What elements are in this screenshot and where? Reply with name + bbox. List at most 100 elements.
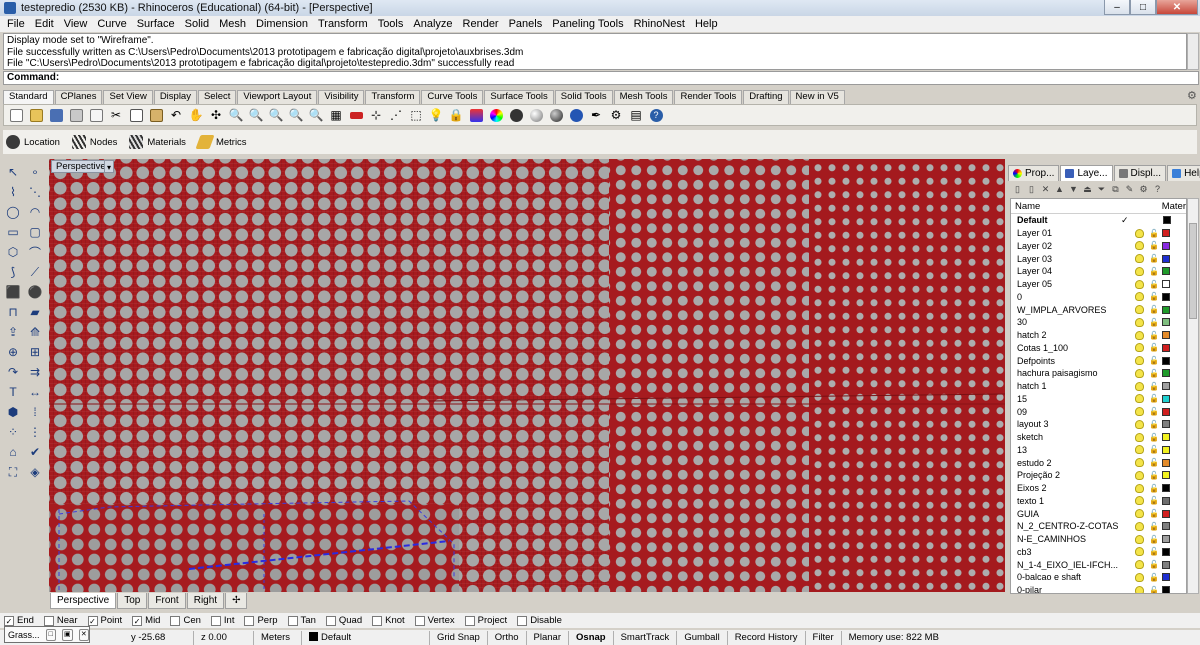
tab-cplanes[interactable]: CPlanes: [54, 90, 103, 104]
layer-color-swatch[interactable]: [1162, 394, 1170, 403]
visibility-bulb-icon[interactable]: [1135, 483, 1144, 493]
layer-color-swatch[interactable]: [1162, 535, 1170, 544]
layer-list-scrollbar[interactable]: [1187, 198, 1199, 594]
tab-render-tools[interactable]: Render Tools: [674, 90, 743, 104]
select-arrow-icon[interactable]: ↖: [2, 162, 24, 182]
visibility-bulb-icon[interactable]: [1135, 279, 1144, 289]
wireframe-sphere-icon[interactable]: [506, 106, 526, 124]
polygon-icon[interactable]: ⬡: [2, 242, 24, 262]
new-layer-icon[interactable]: ▯: [1011, 183, 1024, 195]
visibility-bulb-icon[interactable]: [1135, 407, 1144, 417]
layer-color-swatch[interactable]: [1162, 509, 1170, 518]
layer-color-swatch[interactable]: [1162, 484, 1170, 493]
tab-display[interactable]: Display: [153, 90, 197, 104]
menu-solid[interactable]: Solid: [180, 18, 214, 30]
layer-color-swatch[interactable]: [1162, 254, 1170, 263]
lock-toggle-icon[interactable]: 🔓: [1149, 280, 1159, 289]
move-up-icon[interactable]: ▲: [1053, 183, 1066, 195]
visibility-bulb-icon[interactable]: [1135, 419, 1144, 429]
tab-surface-tools[interactable]: Surface Tools: [484, 90, 554, 104]
metrics-button[interactable]: Metrics: [195, 135, 247, 149]
save-icon[interactable]: [46, 106, 66, 124]
command-history-scrollbar[interactable]: [1187, 33, 1199, 70]
layer-color-swatch[interactable]: [1162, 280, 1170, 289]
tab-display-panel[interactable]: Displ...: [1113, 165, 1167, 181]
visibility-bulb-icon[interactable]: [1135, 317, 1144, 327]
visibility-bulb-icon[interactable]: [1135, 266, 1144, 276]
boolean-union-icon[interactable]: ⊕: [2, 342, 24, 362]
visibility-bulb-icon[interactable]: [1135, 458, 1144, 468]
car-render-icon[interactable]: [346, 106, 366, 124]
tab-layers[interactable]: Laye...: [1060, 165, 1113, 181]
loft-icon[interactable]: ⟰: [24, 322, 46, 342]
osnap-checkbox[interactable]: ✓: [132, 615, 143, 626]
visibility-bulb-icon[interactable]: [1135, 585, 1144, 593]
osnap-checkbox[interactable]: [414, 615, 425, 626]
fillet-curve-icon[interactable]: ⌒: [24, 242, 46, 262]
polyline-icon[interactable]: ⌇: [2, 182, 24, 202]
layer-color-swatch[interactable]: [1162, 522, 1170, 531]
visibility-bulb-icon[interactable]: [1135, 330, 1144, 340]
zoom-window-icon[interactable]: 🔍: [246, 106, 266, 124]
layer-color-swatch[interactable]: [1162, 458, 1170, 467]
lock-toggle-icon[interactable]: 🔓: [1149, 292, 1159, 301]
osnap-near[interactable]: Near: [43, 615, 78, 626]
layer-row[interactable]: Layer 01 🔓: [1011, 227, 1186, 240]
layer-color-swatch[interactable]: [1162, 318, 1170, 327]
layer-row[interactable]: Layer 02 🔓: [1011, 240, 1186, 253]
layer-color-swatch[interactable]: [1162, 560, 1170, 569]
zoom-dynamic-icon[interactable]: 🔍: [226, 106, 246, 124]
column-material[interactable]: Mater: [1162, 201, 1186, 212]
dimension-icon[interactable]: ↔: [24, 382, 46, 402]
osnap-quad[interactable]: Quad: [325, 615, 362, 626]
close-window-icon[interactable]: ✕: [78, 628, 90, 641]
menu-analyze[interactable]: Analyze: [408, 18, 457, 30]
osnap-checkbox[interactable]: [287, 615, 298, 626]
layer-row[interactable]: Layer 05 🔓: [1011, 278, 1186, 291]
visibility-bulb-icon[interactable]: [1135, 470, 1144, 480]
new-sublayer-icon[interactable]: ▯: [1025, 183, 1038, 195]
mesh-icon[interactable]: ⊞: [24, 342, 46, 362]
menu-curve[interactable]: Curve: [92, 18, 131, 30]
grasshopper-minimized-window[interactable]: Grass... □ ▣ ✕: [4, 626, 90, 643]
layer-row[interactable]: Layer 04 🔓: [1011, 265, 1186, 278]
osnap-checkbox[interactable]: ✓: [4, 615, 14, 626]
analysis-icon[interactable]: ⌂: [2, 442, 24, 462]
lock-toggle-icon[interactable]: 🔓: [1149, 394, 1159, 403]
lock-toggle-icon[interactable]: 🔓: [1149, 382, 1159, 391]
layer-row[interactable]: Eixos 2 🔓: [1011, 482, 1186, 495]
menu-panels[interactable]: Panels: [504, 18, 548, 30]
osnap-point[interactable]: ✓ Point: [87, 615, 122, 626]
layers-icon[interactable]: [466, 106, 486, 124]
osnap-cen[interactable]: Cen: [170, 615, 201, 626]
tab-visibility[interactable]: Visibility: [318, 90, 365, 104]
osnap-checkbox[interactable]: [43, 615, 54, 626]
grid-snap-toggle[interactable]: Grid Snap: [430, 630, 488, 645]
lock-toggle-icon[interactable]: 🔓: [1149, 318, 1159, 327]
layer-row[interactable]: 30 🔓: [1011, 316, 1186, 329]
text-tool-icon[interactable]: T: [2, 382, 24, 402]
layer-row[interactable]: Layer 03 🔓: [1011, 252, 1186, 265]
layer-color-swatch[interactable]: [1162, 573, 1170, 582]
filter-icon[interactable]: ⏷: [1095, 183, 1108, 195]
layer-color-swatch[interactable]: [1162, 445, 1170, 454]
grid-array-icon[interactable]: ⁘: [2, 422, 24, 442]
gumball-toggle[interactable]: Gumball: [677, 630, 728, 645]
trim-icon[interactable]: ⟋: [24, 262, 46, 282]
visibility-bulb-icon[interactable]: [1135, 356, 1144, 366]
points-grid-icon[interactable]: ⋮: [24, 422, 46, 442]
visibility-bulb-icon[interactable]: [1135, 292, 1144, 302]
sphere-icon[interactable]: ⚫: [24, 282, 46, 302]
lock-toggle-icon[interactable]: 🔓: [1149, 229, 1159, 238]
layer-color-swatch[interactable]: [1162, 471, 1170, 480]
select-filter-icon[interactable]: ⬚: [406, 106, 426, 124]
osnap-vertex[interactable]: Vertex: [414, 615, 455, 626]
lock-toggle-icon[interactable]: 🔓: [1149, 586, 1159, 593]
menu-view[interactable]: View: [59, 18, 93, 30]
add-viewport-tab-icon[interactable]: ✢: [225, 593, 248, 609]
rotate-view-icon[interactable]: ✣: [206, 106, 226, 124]
layer-row[interactable]: 0-pilar 🔓: [1011, 584, 1186, 593]
column-name[interactable]: Name: [1011, 201, 1162, 212]
osnap-knot[interactable]: Knot: [372, 615, 405, 626]
select-all-icon[interactable]: ⊹: [366, 106, 386, 124]
